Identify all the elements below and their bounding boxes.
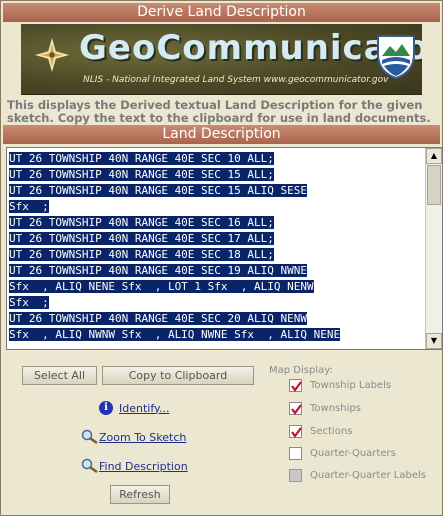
identify-label: Identify... bbox=[119, 401, 170, 415]
checkmark-icon bbox=[291, 404, 302, 415]
scroll-up-icon[interactable]: ▲ bbox=[426, 148, 442, 164]
blm-shield-icon bbox=[377, 35, 415, 80]
banner-title: GeoCommunicator bbox=[79, 28, 422, 68]
identify-link[interactable]: i Identify... bbox=[99, 401, 169, 415]
quarter-quarters-option[interactable]: Quarter-Quarters bbox=[289, 447, 396, 460]
compass-logo-icon bbox=[34, 37, 70, 73]
copy-to-clipboard-button[interactable]: Copy to Clipboard bbox=[102, 366, 254, 385]
find-description-label: Find Description bbox=[99, 459, 188, 473]
quarter-quarters-checkbox[interactable] bbox=[289, 447, 302, 460]
land-description-header: Land Description bbox=[3, 125, 440, 144]
townships-option[interactable]: Townships bbox=[289, 402, 361, 415]
land-description-text: UT 26 TOWNSHIP 40N RANGE 40E SEC 10 ALL;… bbox=[9, 151, 429, 343]
select-all-button[interactable]: Select All bbox=[22, 366, 97, 385]
refresh-button[interactable]: Refresh bbox=[110, 485, 170, 504]
quarter-quarters-label: Quarter-Quarters bbox=[310, 448, 396, 459]
scroll-thumb[interactable] bbox=[427, 165, 441, 205]
quarter-quarter-labels-checkbox bbox=[289, 469, 302, 482]
zoom-to-sketch-label: Zoom To Sketch bbox=[99, 430, 187, 444]
description-text: This displays the Derived textual Land D… bbox=[7, 98, 431, 125]
text-line: Sfx , ALIQ NWNW Sfx , ALIQ NWNE Sfx , AL… bbox=[9, 328, 341, 341]
magnifier-icon bbox=[81, 429, 98, 445]
township-labels-checkbox[interactable] bbox=[289, 379, 302, 392]
geocommunicator-banner: GeoCommunicator NLIS - National Integrat… bbox=[21, 24, 422, 95]
window-title: Derive Land Description bbox=[3, 3, 440, 22]
text-line: UT 26 TOWNSHIP 40N RANGE 40E SEC 20 ALIQ… bbox=[9, 312, 308, 325]
township-labels-option[interactable]: Township Labels bbox=[289, 379, 391, 392]
text-line: UT 26 TOWNSHIP 40N RANGE 40E SEC 17 ALL; bbox=[9, 232, 274, 245]
scroll-down-icon[interactable]: ▼ bbox=[426, 333, 442, 349]
banner-subtitle: NLIS - National Integrated Land System w… bbox=[83, 75, 389, 85]
quarter-quarter-labels-label: Quarter-Quarter Labels bbox=[310, 470, 426, 481]
find-description-link[interactable]: Find Description bbox=[81, 458, 188, 474]
text-line: UT 26 TOWNSHIP 40N RANGE 40E SEC 15 ALL; bbox=[9, 168, 274, 181]
sections-option[interactable]: Sections bbox=[289, 425, 352, 438]
text-line: UT 26 TOWNSHIP 40N RANGE 40E SEC 18 ALL; bbox=[9, 248, 274, 261]
text-line: UT 26 TOWNSHIP 40N RANGE 40E SEC 15 ALIQ… bbox=[9, 184, 308, 197]
zoom-to-sketch-link[interactable]: Zoom To Sketch bbox=[81, 429, 186, 445]
checkmark-icon bbox=[291, 427, 302, 438]
land-description-textarea[interactable]: UT 26 TOWNSHIP 40N RANGE 40E SEC 10 ALL;… bbox=[6, 147, 443, 350]
townships-label: Townships bbox=[310, 403, 361, 414]
checkmark-icon bbox=[291, 381, 302, 392]
townships-checkbox[interactable] bbox=[289, 402, 302, 415]
text-line: Sfx ; bbox=[9, 296, 49, 309]
text-line: UT 26 TOWNSHIP 40N RANGE 40E SEC 10 ALL; bbox=[9, 152, 274, 165]
text-line: UT 26 TOWNSHIP 40N RANGE 40E SEC 16 ALL; bbox=[9, 216, 274, 229]
township-labels-label: Township Labels bbox=[310, 380, 392, 391]
text-line: Sfx ; bbox=[9, 200, 49, 213]
sections-label: Sections bbox=[310, 426, 353, 437]
info-icon: i bbox=[99, 401, 113, 415]
sections-checkbox[interactable] bbox=[289, 425, 302, 438]
magnifier-icon bbox=[81, 458, 98, 474]
text-line: UT 26 TOWNSHIP 40N RANGE 40E SEC 19 ALIQ… bbox=[9, 264, 308, 277]
quarter-quarter-labels-option: Quarter-Quarter Labels bbox=[289, 469, 426, 482]
dialog-frame: Derive Land Description GeoCommunicator … bbox=[0, 0, 443, 516]
map-display-label: Map Display: bbox=[269, 365, 333, 376]
text-line: Sfx , ALIQ NENE Sfx , LOT 1 Sfx , ALIQ N… bbox=[9, 280, 314, 293]
vertical-scrollbar[interactable]: ▲ ▼ bbox=[425, 148, 442, 349]
